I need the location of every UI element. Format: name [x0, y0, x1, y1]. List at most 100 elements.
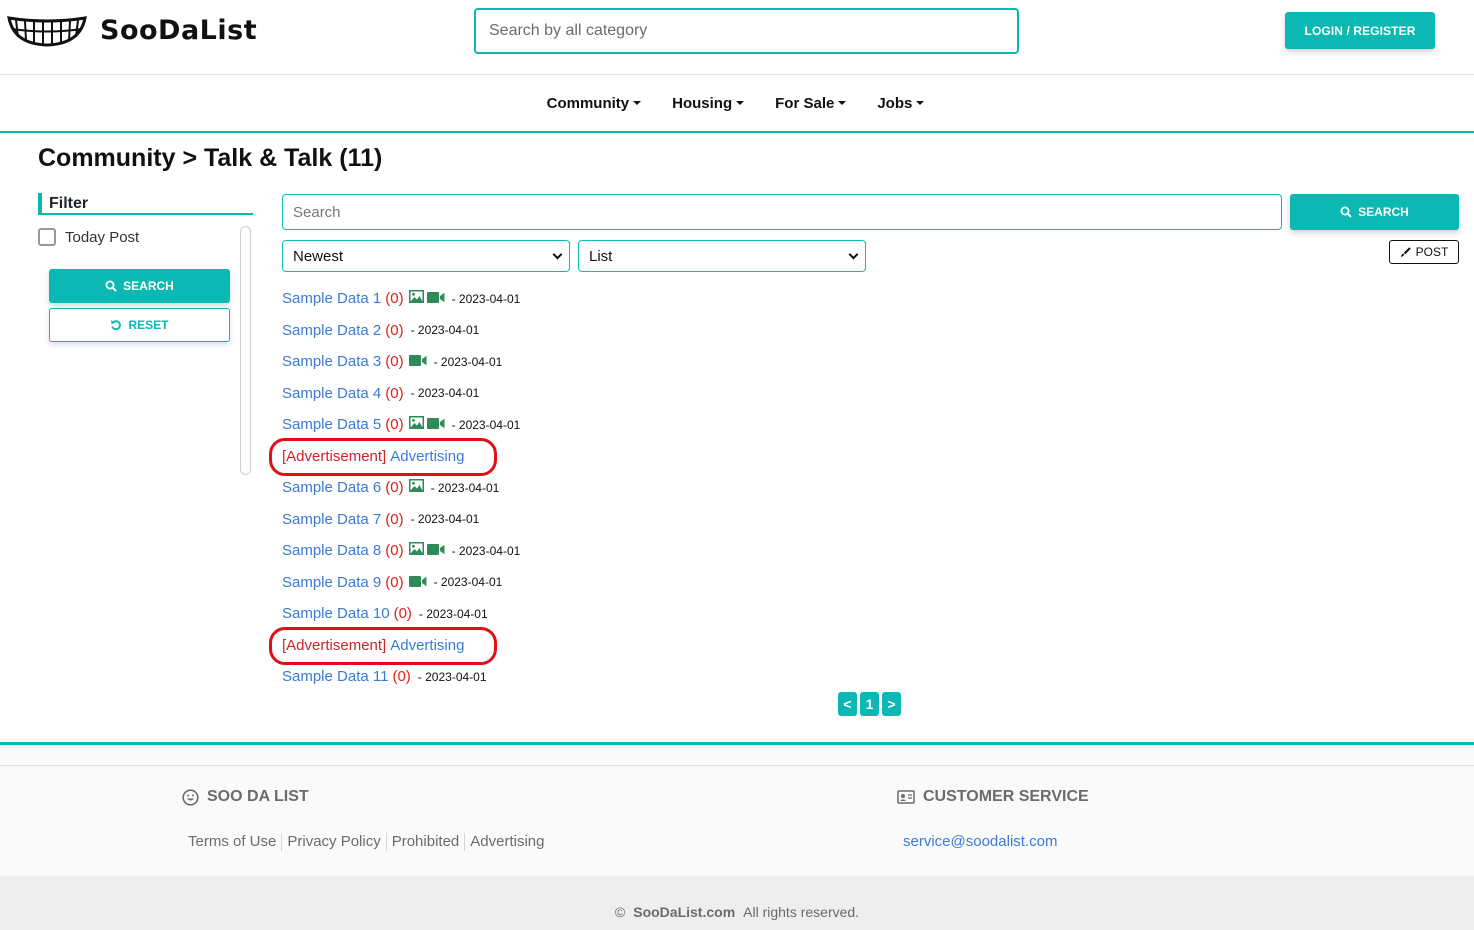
- post-title-link[interactable]: Sample Data 10: [282, 605, 390, 622]
- view-mode-select[interactable]: List: [578, 240, 866, 272]
- smile-icon: [182, 788, 199, 806]
- post-row: Sample Data 4 (0) - 2023-04-01: [282, 378, 520, 410]
- nav-community[interactable]: Community: [547, 95, 642, 112]
- main-nav: Community Housing For Sale Jobs: [0, 76, 1474, 133]
- login-register-button[interactable]: LOGIN / REGISTER: [1285, 12, 1435, 49]
- search-icon: [105, 280, 117, 292]
- board-search-label: SEARCH: [1358, 205, 1409, 219]
- smile-teeth-icon: [7, 16, 87, 47]
- privacy-link[interactable]: Privacy Policy: [287, 833, 380, 851]
- terms-link[interactable]: Terms of Use: [188, 833, 276, 851]
- footer-links: Terms of Use Privacy Policy Prohibited A…: [188, 833, 544, 851]
- image-icon: [408, 290, 424, 307]
- post-date: - 2023-04-01: [433, 575, 503, 590]
- next-page-button[interactable]: >: [882, 692, 901, 716]
- prev-page-button[interactable]: <: [838, 692, 857, 716]
- copyright-bar: © SooDaList.com All rights reserved.: [0, 876, 1474, 930]
- caret-down-icon: [633, 100, 642, 105]
- post-row: Sample Data 9 (0) - 2023-04-01: [282, 567, 520, 599]
- post-date: - 2023-04-01: [410, 386, 480, 401]
- copyright-brand: SooDaList.com: [633, 904, 736, 920]
- filter-heading: Filter: [38, 193, 253, 215]
- media-icons: [408, 353, 427, 370]
- chevron-down-icon: [848, 249, 859, 259]
- comment-count: (0): [385, 321, 404, 339]
- board-search-input[interactable]: [282, 194, 1282, 230]
- filter-reset-label: RESET: [128, 318, 169, 332]
- filter-reset-button[interactable]: RESET: [49, 308, 230, 342]
- nav-label: Jobs: [877, 95, 913, 112]
- post-title-link[interactable]: Sample Data 3: [282, 353, 381, 370]
- board-search-button[interactable]: SEARCH: [1290, 194, 1459, 230]
- page-1-button[interactable]: 1: [860, 692, 879, 716]
- comment-count: (0): [392, 668, 411, 686]
- video-icon: [426, 416, 445, 433]
- support-email-link[interactable]: service@soodalist.com: [903, 833, 1057, 850]
- image-icon: [408, 542, 424, 559]
- post-title-link[interactable]: Sample Data 11: [282, 668, 388, 685]
- nav-label: For Sale: [775, 95, 835, 112]
- sort-selected-value: Newest: [293, 247, 344, 265]
- footer-brand-title: SOO DA LIST: [182, 788, 309, 806]
- new-post-button[interactable]: POST: [1389, 240, 1459, 264]
- sort-select[interactable]: Newest: [282, 240, 570, 272]
- post-title-link[interactable]: Sample Data 7: [282, 511, 381, 528]
- undo-icon: [111, 320, 122, 331]
- filter-scrollbar[interactable]: [240, 226, 251, 475]
- post-title-link[interactable]: Sample Data 8: [282, 542, 381, 559]
- video-icon: [408, 574, 427, 591]
- post-title-link[interactable]: Sample Data 6: [282, 479, 381, 496]
- today-post-filter[interactable]: Today Post: [38, 228, 139, 246]
- post-date: - 2023-04-01: [433, 354, 503, 369]
- media-icons: [408, 574, 427, 591]
- pagination: < 1 >: [838, 692, 901, 716]
- image-icon: [408, 479, 424, 496]
- nav-housing[interactable]: Housing: [672, 95, 745, 112]
- comment-count: (0): [385, 290, 404, 308]
- media-icons: [408, 416, 445, 433]
- post-row: Sample Data 7 (0) - 2023-04-01: [282, 504, 520, 536]
- global-search-input[interactable]: [474, 8, 1019, 54]
- logo-text: SooDaList: [100, 14, 258, 46]
- filter-search-button[interactable]: SEARCH: [49, 269, 230, 303]
- today-post-label: Today Post: [65, 228, 140, 246]
- post-title-link[interactable]: Sample Data 5: [282, 416, 381, 433]
- comment-count: (0): [385, 573, 404, 591]
- logo[interactable]: SooDaList: [6, 12, 257, 48]
- search-icon: [1340, 206, 1352, 218]
- comment-count: (0): [385, 353, 404, 371]
- copyright-text: All rights reserved.: [743, 904, 860, 920]
- filter-search-label: SEARCH: [123, 279, 174, 293]
- footer: SOO DA LIST Terms of Use Privacy Policy …: [0, 742, 1474, 876]
- post-row: Sample Data 10 (0) - 2023-04-01: [282, 598, 520, 630]
- link-separator: [385, 833, 387, 851]
- post-row: Sample Data 6 (0) - 2023-04-01: [282, 472, 520, 504]
- post-title-link[interactable]: Sample Data 1: [282, 290, 381, 307]
- post-row: Sample Data 8 (0) - 2023-04-01: [282, 535, 520, 567]
- post-date: - 2023-04-01: [430, 480, 500, 495]
- post-title-link[interactable]: Sample Data 9: [282, 574, 381, 591]
- post-label: POST: [1415, 245, 1449, 259]
- post-title-link[interactable]: Sample Data 4: [282, 385, 381, 402]
- comment-count: (0): [385, 542, 404, 560]
- caret-down-icon: [916, 100, 925, 105]
- advertisement-link[interactable]: Advertising: [390, 448, 464, 465]
- nav-label: Housing: [672, 95, 733, 112]
- video-icon: [426, 542, 445, 559]
- advertisement-link[interactable]: Advertising: [390, 637, 464, 654]
- nav-jobs[interactable]: Jobs: [877, 95, 925, 112]
- contact-card-icon: [897, 790, 915, 804]
- link-separator: [464, 833, 466, 851]
- advertising-link[interactable]: Advertising: [470, 833, 544, 851]
- nav-for-sale[interactable]: For Sale: [775, 95, 847, 112]
- caret-down-icon: [838, 100, 847, 105]
- media-icons: [408, 479, 424, 496]
- page-title: Community > Talk & Talk (11): [38, 144, 383, 172]
- view-selected-value: List: [589, 247, 613, 265]
- customer-service-title: CUSTOMER SERVICE: [897, 788, 1089, 806]
- prohibited-link[interactable]: Prohibited: [392, 833, 460, 851]
- post-title-link[interactable]: Sample Data 2: [282, 322, 381, 339]
- today-post-checkbox[interactable]: [38, 228, 56, 246]
- post-list: Sample Data 1 (0) - 2023-04-01 Sample Data …: [269, 283, 520, 693]
- comment-count: (0): [385, 479, 404, 497]
